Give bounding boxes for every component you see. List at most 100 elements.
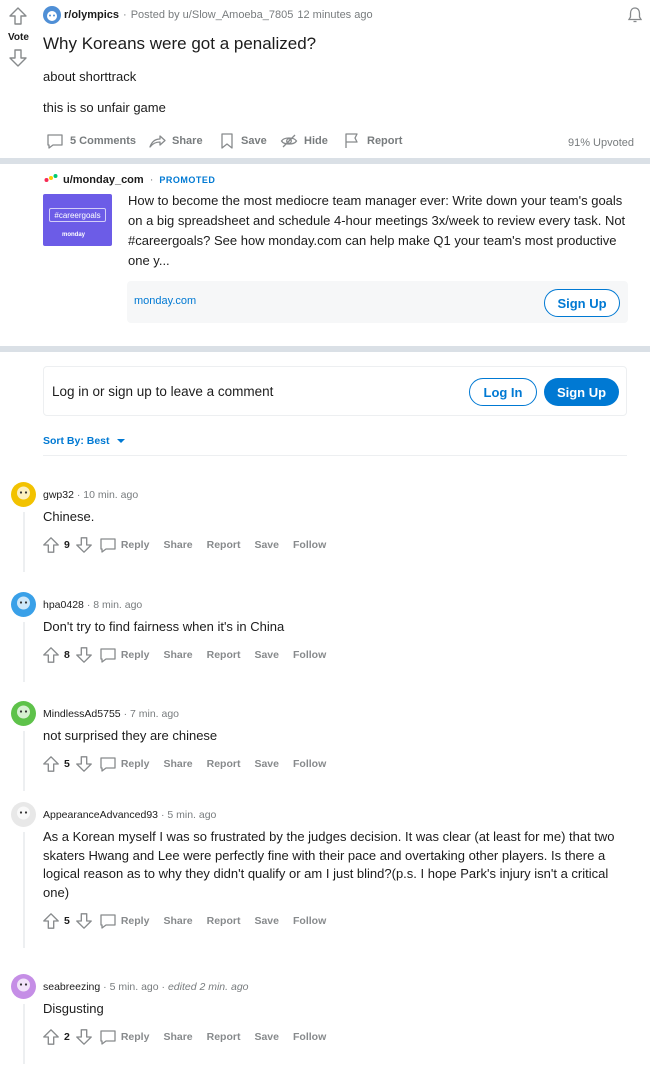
- subreddit-link[interactable]: r/olympics: [64, 9, 119, 21]
- comment-time: 8 min. ago: [93, 599, 143, 611]
- hide-button[interactable]: Hide: [280, 132, 328, 150]
- edited-note: · edited 2 min. ago: [161, 981, 249, 993]
- comment-bubble-icon[interactable]: [99, 536, 117, 554]
- comment-username[interactable]: hpa0428: [43, 599, 84, 611]
- thread-line[interactable]: [23, 731, 25, 791]
- comment-actions: 8 Reply Share Report Save Follow: [42, 646, 326, 664]
- reply-button[interactable]: Reply: [121, 758, 150, 770]
- ad-signup-button[interactable]: Sign Up: [544, 289, 620, 317]
- thread-line[interactable]: [23, 622, 25, 682]
- follow-button[interactable]: Follow: [293, 649, 326, 661]
- upvote-arrow-icon[interactable]: [8, 6, 28, 26]
- upvote-arrow-icon[interactable]: [42, 646, 60, 664]
- signup-button[interactable]: Sign Up: [544, 378, 619, 406]
- ad-link-domain[interactable]: monday.com: [134, 295, 196, 307]
- downvote-arrow-icon[interactable]: [75, 912, 93, 930]
- user-avatar[interactable]: [11, 974, 36, 999]
- downvote-arrow-icon[interactable]: [75, 1028, 93, 1046]
- comment-bubble-icon[interactable]: [99, 646, 117, 664]
- save-button[interactable]: Save: [254, 1031, 279, 1043]
- comments-button[interactable]: 5 Comments: [46, 132, 136, 150]
- save-label: Save: [241, 135, 267, 147]
- share-button[interactable]: Share: [163, 915, 192, 927]
- user-avatar[interactable]: [11, 592, 36, 617]
- comment: hpa0428 · 8 min. ago · Don't try to find…: [0, 590, 650, 690]
- upvote-arrow-icon[interactable]: [42, 536, 60, 554]
- user-avatar[interactable]: [11, 701, 36, 726]
- downvote-arrow-icon[interactable]: [8, 48, 28, 68]
- comments-card: Log in or sign up to leave a comment Log…: [0, 352, 650, 1070]
- comment-time: 5 min. ago: [109, 981, 159, 993]
- reply-button[interactable]: Reply: [121, 539, 150, 551]
- vote-label: Vote: [8, 32, 29, 43]
- reply-button[interactable]: Reply: [121, 1031, 150, 1043]
- user-avatar[interactable]: [11, 482, 36, 507]
- comment-username[interactable]: MindlessAd5755: [43, 708, 121, 720]
- ad-user-link[interactable]: u/monday_com: [63, 174, 144, 186]
- user-avatar[interactable]: [11, 802, 36, 827]
- report-button[interactable]: Report: [207, 649, 241, 661]
- comment-bubble-icon[interactable]: [99, 1028, 117, 1046]
- comments-count-label: 5 Comments: [70, 135, 137, 147]
- notification-bell-icon[interactable]: [626, 6, 644, 24]
- save-button[interactable]: Save: [254, 758, 279, 770]
- comment: AppearanceAdvanced93 · 5 min. ago · As a…: [0, 800, 650, 956]
- ad-meta: u/monday_com · PROMOTED: [63, 174, 215, 186]
- comment-meta: MindlessAd5755 · 7 min. ago ·: [43, 708, 179, 720]
- follow-button[interactable]: Follow: [293, 539, 326, 551]
- share-button[interactable]: Share: [163, 539, 192, 551]
- save-button[interactable]: Save: [254, 539, 279, 551]
- save-button[interactable]: Save: [219, 132, 267, 150]
- comment-bubble-icon[interactable]: [99, 912, 117, 930]
- comment-text: not surprised they are chinese: [43, 728, 218, 743]
- share-button[interactable]: Share: [148, 132, 203, 150]
- ad-body-text[interactable]: How to become the most mediocre team man…: [128, 191, 628, 271]
- follow-button[interactable]: Follow: [293, 1031, 326, 1043]
- subreddit-icon[interactable]: [43, 6, 61, 24]
- post-meta: r/olympics · Posted by u/Slow_Amoeba_780…: [64, 9, 373, 21]
- follow-button[interactable]: Follow: [293, 758, 326, 770]
- comment-text: Chinese.: [43, 509, 95, 524]
- save-button[interactable]: Save: [254, 915, 279, 927]
- share-button[interactable]: Share: [163, 649, 192, 661]
- comment-bubble-icon[interactable]: [99, 755, 117, 773]
- comment-login-prompt: Log in or sign up to leave a comment: [52, 384, 274, 399]
- sort-dropdown[interactable]: Sort By: Best: [43, 435, 126, 447]
- downvote-arrow-icon[interactable]: [75, 536, 93, 554]
- upvote-arrow-icon[interactable]: [42, 912, 60, 930]
- hide-label: Hide: [304, 135, 328, 147]
- report-label: Report: [367, 135, 403, 147]
- comment: MindlessAd5755 · 7 min. ago · not surpri…: [0, 699, 650, 799]
- save-button[interactable]: Save: [254, 649, 279, 661]
- reply-button[interactable]: Reply: [121, 649, 150, 661]
- comment: seabreezing · 5 min. ago · edited 2 min.…: [0, 972, 650, 1070]
- thread-line[interactable]: [23, 1004, 25, 1064]
- downvote-arrow-icon[interactable]: [75, 646, 93, 664]
- ad-thumbnail[interactable]: #careergoals monday: [43, 194, 112, 246]
- upvote-arrow-icon[interactable]: [42, 1028, 60, 1046]
- report-button[interactable]: Report: [207, 915, 241, 927]
- comment-meta: gwp32 · 10 min. ago ·: [43, 489, 138, 501]
- post-title[interactable]: Why Koreans were got a penalized?: [43, 34, 316, 54]
- report-button[interactable]: Report: [207, 539, 241, 551]
- report-button[interactable]: Report: [343, 132, 402, 150]
- login-button[interactable]: Log In: [469, 378, 537, 406]
- comment-login-box: Log in or sign up to leave a comment Log…: [43, 366, 627, 416]
- posted-by[interactable]: Posted by u/Slow_Amoeba_7805: [131, 9, 294, 21]
- thread-line[interactable]: [23, 512, 25, 572]
- report-button[interactable]: Report: [207, 1031, 241, 1043]
- thread-line[interactable]: [23, 832, 25, 948]
- sort-label: Sort By: Best: [43, 435, 110, 447]
- share-button[interactable]: Share: [163, 1031, 192, 1043]
- comment-username[interactable]: AppearanceAdvanced93: [43, 809, 158, 821]
- follow-button[interactable]: Follow: [293, 915, 326, 927]
- comment-username[interactable]: seabreezing: [43, 981, 100, 993]
- upvote-arrow-icon[interactable]: [42, 755, 60, 773]
- downvote-arrow-icon[interactable]: [75, 755, 93, 773]
- reply-button[interactable]: Reply: [121, 915, 150, 927]
- post-card: Vote r/olympics · Posted by u/Slow_Amoeb…: [0, 0, 650, 158]
- report-button[interactable]: Report: [207, 758, 241, 770]
- bookmark-icon: [219, 132, 235, 150]
- share-button[interactable]: Share: [163, 758, 192, 770]
- comment-username[interactable]: gwp32: [43, 489, 74, 501]
